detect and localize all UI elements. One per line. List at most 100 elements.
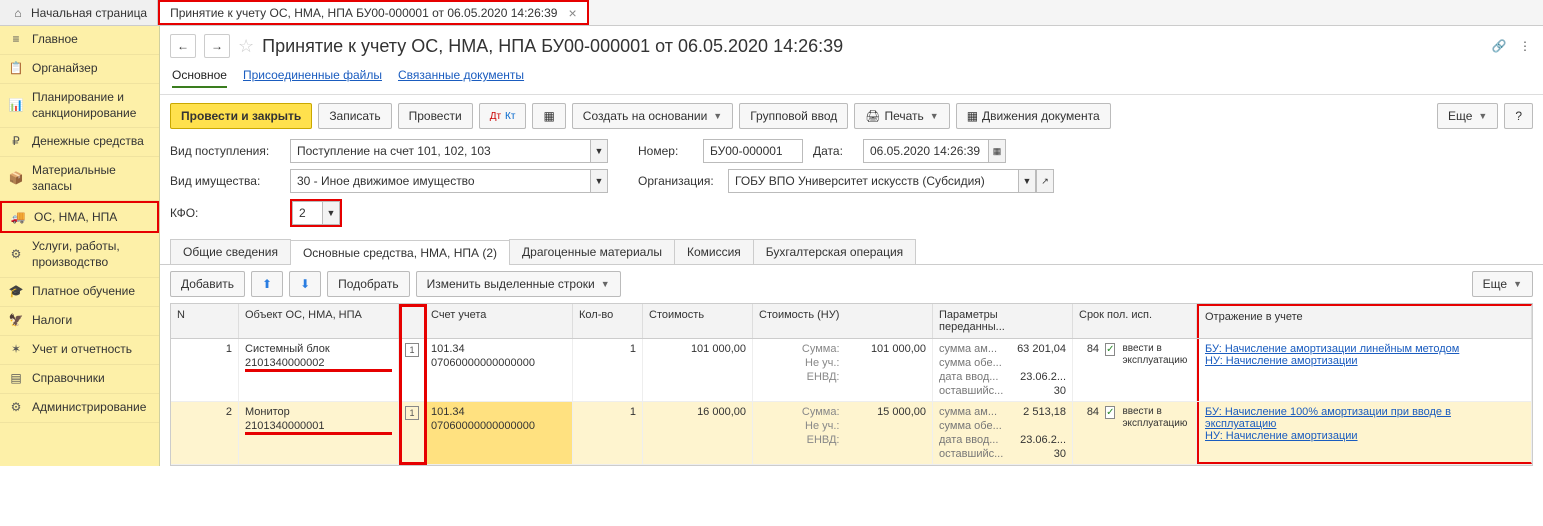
doc-moves-button[interactable]: ▦Движения документа [956, 103, 1111, 129]
chevron-down-icon[interactable]: ▼ [322, 201, 340, 225]
tab-document-label: Принятие к учету ОС, НМА, НПА БУ00-00000… [170, 6, 557, 20]
sidebar-label: Материальные запасы [32, 163, 151, 194]
vid-post-label: Вид поступления: [170, 144, 280, 158]
subtab-files[interactable]: Присоединенные файлы [243, 64, 382, 88]
table-more-button[interactable]: Еще▼ [1472, 271, 1533, 297]
calendar-icon[interactable]: ▦ [988, 139, 1006, 163]
post-close-button[interactable]: Провести и закрыть [170, 103, 312, 129]
checkbox-icon[interactable]: ✓ [1105, 343, 1115, 356]
tab-general[interactable]: Общие сведения [170, 239, 291, 264]
nav-back-button[interactable]: ← [170, 34, 196, 58]
edit-label: Изменить выделенные строки [427, 277, 595, 291]
sidebar-item-os[interactable]: 🚚ОС, НМА, НПА [0, 201, 159, 233]
tab-home[interactable]: ⌂ Начальная страница [0, 0, 158, 25]
open-icon[interactable]: ↗ [1036, 169, 1054, 193]
kfo-field[interactable]: 2 ▼ [290, 199, 342, 227]
create-based-button[interactable]: Создать на основании▼ [572, 103, 733, 129]
subtab-linked[interactable]: Связанные документы [398, 64, 524, 88]
th-acc[interactable]: Счет учета [425, 304, 573, 338]
print-button[interactable]: 🖨Печать▼ [854, 103, 949, 129]
sidebar-item-ref[interactable]: ▤Справочники [0, 365, 159, 394]
sidebar-item-main[interactable]: ≡Главное [0, 26, 159, 55]
cell-cost: 16 000,00 [643, 402, 753, 464]
move-up-button[interactable]: ⬆ [251, 271, 283, 297]
table-row[interactable]: 1 Системный блок 2101340000002 1 101.34 … [171, 339, 1532, 402]
vid-im-value: 30 - Иное движимое имущество [297, 174, 475, 188]
tab-accounting[interactable]: Бухгалтерская операция [753, 239, 916, 264]
sidebar-item-money[interactable]: ₽Денежные средства [0, 128, 159, 157]
doc-icon: ▦ [967, 109, 978, 123]
close-icon[interactable]: × [568, 5, 576, 21]
th-param[interactable]: Параметры переданны... [933, 304, 1073, 338]
box-icon: 📦 [8, 171, 24, 187]
chevron-down-icon[interactable]: ▼ [590, 139, 608, 163]
more-label: Еще [1448, 109, 1472, 123]
group-input-button[interactable]: Групповой ввод [739, 103, 848, 129]
data-field[interactable]: 06.05.2020 14:26:39 ▦ [863, 139, 1006, 163]
move-down-button[interactable]: ⬇ [289, 271, 321, 297]
cell-qty: 1 [573, 402, 643, 464]
doc-icon-button[interactable]: ▦ [532, 103, 565, 129]
vid-im-field[interactable]: 30 - Иное движимое имущество ▼ [290, 169, 608, 193]
th-qty[interactable]: Кол-во [573, 304, 643, 338]
sidebar-item-tax[interactable]: 🦅Налоги [0, 307, 159, 336]
refl-nu-link[interactable]: НУ: Начисление амортизации [1205, 355, 1525, 367]
vid-post-field[interactable]: Поступление на счет 101, 102, 103 ▼ [290, 139, 608, 163]
dt-kt-button[interactable]: ДтКт [479, 103, 527, 129]
chevron-down-icon[interactable]: ▼ [590, 169, 608, 193]
vid-im-label: Вид имущества: [170, 174, 280, 188]
org-field[interactable]: ГОБУ ВПО Университет искусств (Субсидия)… [728, 169, 1054, 193]
tab-commission[interactable]: Комиссия [674, 239, 754, 264]
tab-document[interactable]: Принятие к учету ОС, НМА, НПА БУ00-00000… [158, 0, 589, 25]
sidebar-item-reports[interactable]: ✶ Учет и отчетность [0, 336, 159, 365]
star-icon[interactable]: ☆ [238, 36, 254, 57]
refl-nu-link[interactable]: НУ: Начисление амортизации [1205, 430, 1525, 442]
cell-costnu: Сумма:Не уч.:ЕНВД: 101 000,00 [753, 339, 933, 401]
pick-button[interactable]: Подобрать [327, 271, 409, 297]
sidebar-item-materials[interactable]: 📦 Материальные запасы [0, 157, 159, 201]
save-button[interactable]: Записать [318, 103, 391, 129]
th-obj[interactable]: Объект ОС, НМА, НПА [239, 304, 399, 338]
sidebar-label: Учет и отчетность [32, 342, 132, 358]
nomer-value: БУ00-000001 [710, 144, 783, 158]
more-vert-icon[interactable]: ⋮ [1517, 38, 1533, 54]
th-refl[interactable]: Отражение в учете [1197, 304, 1532, 338]
refl-bu-link[interactable]: БУ: Начисление амортизации линейным мето… [1205, 343, 1525, 355]
tab-precious[interactable]: Драгоценные материалы [509, 239, 675, 264]
th-costnu[interactable]: Стоимость (НУ) [753, 304, 933, 338]
share-icon: ✶ [8, 342, 24, 358]
link-icon[interactable]: 🔗 [1491, 38, 1507, 54]
th-cost[interactable]: Стоимость [643, 304, 753, 338]
post-button[interactable]: Провести [398, 103, 473, 129]
sidebar-label: Органайзер [32, 61, 98, 77]
window-tabs: ⌂ Начальная страница Принятие к учету ОС… [0, 0, 1543, 26]
cell-refl: БУ: Начисление 100% амортизации при ввод… [1197, 402, 1532, 464]
menu-icon: ≡ [8, 32, 24, 48]
sidebar-item-admin[interactable]: ⚙Администрирование [0, 394, 159, 423]
vid-post-value: Поступление на счет 101, 102, 103 [297, 144, 491, 158]
add-button[interactable]: Добавить [170, 271, 245, 297]
sidebar-item-planning[interactable]: 📊Планирование и санкционирование [0, 84, 159, 128]
cell-cost: 101 000,00 [643, 339, 753, 401]
help-button[interactable]: ? [1504, 103, 1533, 129]
more-button[interactable]: Еще▼ [1437, 103, 1498, 129]
sidebar-label: Налоги [32, 313, 72, 329]
sidebar-item-organizer[interactable]: 📋Органайзер [0, 55, 159, 84]
sliders-icon: ⚙ [8, 247, 24, 263]
sidebar-item-services[interactable]: ⚙Услуги, работы, производство [0, 233, 159, 277]
th-n[interactable]: N [171, 304, 239, 338]
nomer-field[interactable]: БУ00-000001 [703, 139, 803, 163]
home-icon: ⌂ [10, 5, 26, 21]
cell-n: 2 [171, 402, 239, 464]
table-row[interactable]: 2 Монитор 2101340000001 1 101.34 0706000… [171, 402, 1532, 465]
chevron-down-icon[interactable]: ▼ [1018, 169, 1036, 193]
cell-param: сумма ам...2 513,18 сумма обе... дата вв… [933, 402, 1073, 464]
sidebar-item-edu[interactable]: 🎓Платное обучение [0, 278, 159, 307]
refl-bu-link[interactable]: БУ: Начисление 100% амортизации при ввод… [1205, 406, 1525, 430]
th-srok[interactable]: Срок пол. исп. [1073, 304, 1197, 338]
tab-os[interactable]: Основные средства, НМА, НПА (2) [290, 240, 510, 265]
checkbox-icon[interactable]: ✓ [1105, 406, 1115, 419]
subtab-main[interactable]: Основное [172, 64, 227, 88]
nav-forward-button[interactable]: → [204, 34, 230, 58]
edit-rows-button[interactable]: Изменить выделенные строки▼ [416, 271, 621, 297]
